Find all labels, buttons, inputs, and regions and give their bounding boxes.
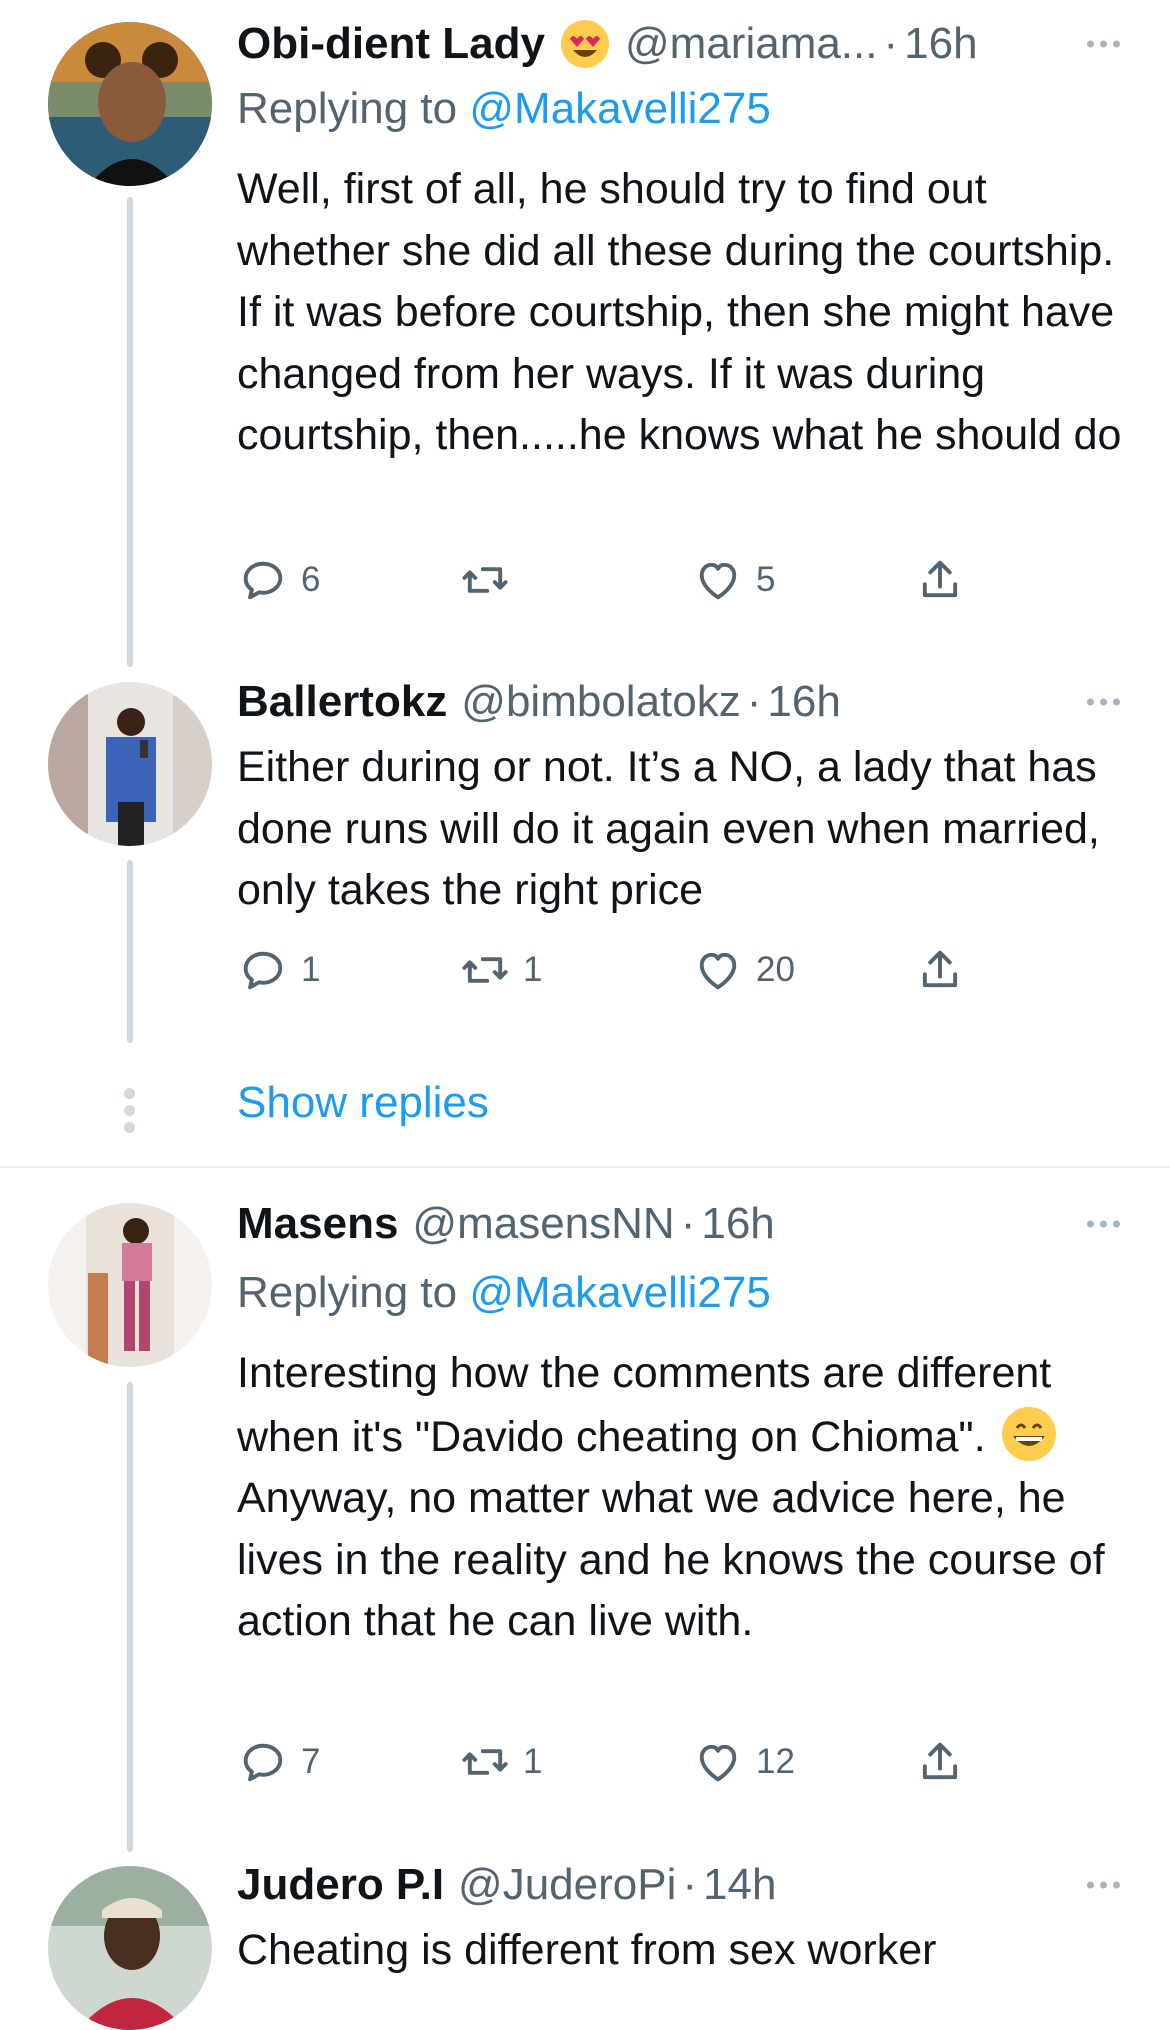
retweet-button[interactable]: 1	[459, 940, 542, 1000]
reply-icon	[243, 951, 283, 990]
more-icon[interactable]	[1087, 698, 1120, 706]
retweet-icon	[462, 1749, 508, 1775]
thread-line	[127, 197, 133, 667]
like-icon	[699, 562, 737, 600]
like-count: 20	[756, 950, 795, 989]
reply-button[interactable]: 7	[237, 1732, 320, 1792]
display-name[interactable]: Judero P.I	[237, 1860, 444, 1910]
separator-dot: ·	[682, 1860, 698, 1909]
tweet-text: Cheating is different from sex worker	[237, 1926, 937, 1974]
timestamp[interactable]: 16h	[904, 19, 977, 69]
reply-count: 6	[301, 560, 321, 599]
separator-dot: ·	[680, 1199, 696, 1248]
reply-icon	[243, 561, 283, 600]
timestamp[interactable]: 16h	[701, 1199, 774, 1249]
tweet-actions: 6 5	[237, 550, 977, 610]
replying-to-label: Replying to	[237, 1268, 458, 1317]
separator-dot: ·	[746, 677, 762, 726]
user-handle[interactable]: @masensNN	[412, 1199, 674, 1249]
retweet-button[interactable]: 1	[459, 1732, 542, 1792]
tweet-text-part: Anyway, no matter what we advice here, h…	[237, 1474, 1105, 1645]
replying-to: Replying to @Makavelli275	[237, 84, 771, 134]
share-icon	[922, 1742, 958, 1780]
tweet-text: Well, first of all, he should try to fin…	[237, 165, 1122, 459]
more-icon[interactable]	[1087, 1220, 1120, 1228]
tweet-text: Either during or not. It’s a NO, a lady …	[237, 743, 1100, 914]
like-icon	[699, 952, 737, 990]
replying-to: Replying to @Makavelli275	[237, 1268, 771, 1318]
display-name[interactable]: Masens	[237, 1199, 398, 1249]
display-name[interactable]: Ballertokz	[237, 677, 447, 727]
like-button[interactable]: 5	[692, 550, 775, 610]
more-icon[interactable]	[1087, 40, 1120, 48]
reply-count: 1	[301, 950, 321, 989]
share-button[interactable]	[914, 940, 966, 1000]
tweet-text-part: Interesting how the comments are differe…	[237, 1349, 1052, 1461]
more-icon[interactable]	[1087, 1881, 1120, 1889]
tweet-header: Ballertokz @bimbolatokz · 16h	[237, 672, 1120, 732]
thread-line	[127, 1382, 133, 1852]
reply-button[interactable]: 1	[237, 940, 320, 1000]
like-icon	[699, 1744, 737, 1782]
share-icon	[922, 950, 958, 988]
tweet-text: Interesting how the comments are differe…	[237, 1343, 1127, 1653]
reply-count: 7	[301, 1742, 321, 1781]
share-button[interactable]	[914, 1732, 966, 1792]
timestamp[interactable]: 16h	[767, 677, 840, 727]
tweet-actions: 7 1 12	[237, 1732, 977, 1792]
tweet-actions: 1 1 20	[237, 940, 977, 1000]
thread-line	[127, 860, 133, 1043]
retweet-count: 1	[523, 1742, 543, 1781]
avatar[interactable]	[48, 22, 212, 186]
reply-button[interactable]: 6	[237, 550, 320, 610]
retweet-button[interactable]	[459, 550, 523, 610]
show-replies-link[interactable]: Show replies	[237, 1078, 489, 1128]
reply-icon	[243, 1743, 283, 1782]
timestamp[interactable]: 14h	[703, 1860, 776, 1910]
avatar[interactable]	[48, 1203, 212, 1367]
share-button[interactable]	[914, 550, 966, 610]
like-button[interactable]: 20	[692, 940, 795, 1000]
retweet-icon	[462, 957, 508, 983]
like-button[interactable]: 12	[692, 1732, 795, 1792]
avatar[interactable]	[48, 1866, 212, 2030]
like-count: 5	[756, 560, 776, 599]
retweet-icon	[462, 567, 508, 593]
user-handle[interactable]: @bimbolatokz	[461, 677, 740, 727]
avatar[interactable]	[48, 682, 212, 846]
divider	[0, 1166, 1170, 1168]
grinning-emoji-icon	[1000, 1405, 1058, 1463]
replying-to-mention[interactable]: @Makavelli275	[469, 1268, 770, 1317]
user-handle[interactable]: @JuderoPi	[458, 1860, 676, 1910]
replying-to-mention[interactable]: @Makavelli275	[469, 84, 770, 133]
retweet-count: 1	[523, 950, 543, 989]
tweet-header: Obi-dient Lady @mariama... · 16h	[237, 14, 1120, 74]
separator-dot: ·	[883, 19, 899, 68]
display-name[interactable]: Obi-dient Lady	[237, 19, 545, 69]
user-handle[interactable]: @mariama...	[625, 19, 877, 69]
like-count: 12	[756, 1742, 795, 1781]
replying-to-label: Replying to	[237, 84, 458, 133]
more-replies-dots	[124, 1088, 135, 1133]
tweet-header: Judero P.I @JuderoPi · 14h	[237, 1855, 1120, 1915]
heart-eyes-emoji-icon	[559, 18, 611, 70]
share-icon	[922, 560, 958, 598]
tweet-header: Masens @masensNN · 16h	[237, 1194, 1120, 1254]
